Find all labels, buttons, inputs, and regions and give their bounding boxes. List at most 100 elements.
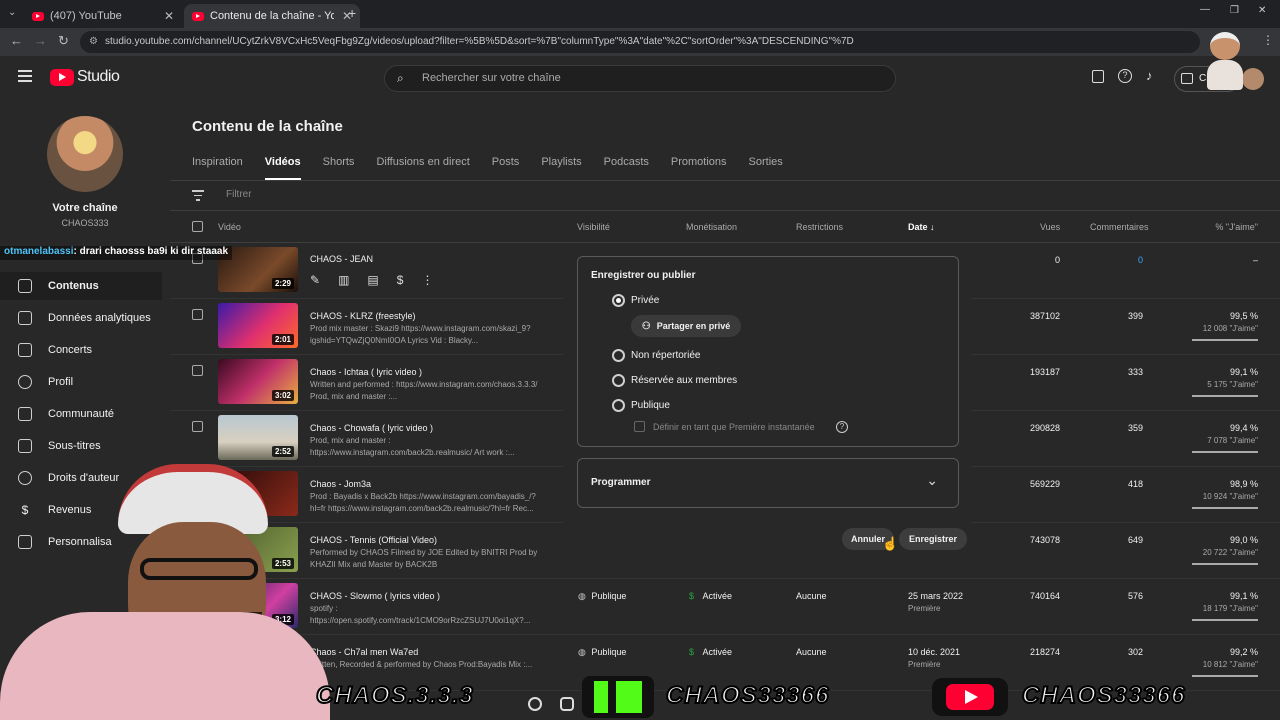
- studio-logo[interactable]: Studio: [50, 68, 120, 86]
- radio-non-repertoriee[interactable]: [612, 349, 625, 362]
- monetization-value[interactable]: $ Activée: [689, 591, 732, 601]
- url-field[interactable]: ⚙ studio.youtube.com/channel/UCytZrkV8VC…: [80, 31, 1200, 53]
- channel-avatar[interactable]: [47, 116, 123, 192]
- col-monetization: Monétisation: [686, 222, 738, 232]
- table-row[interactable]: 3:12 CHAOS - Slowmo ( lyrics video ) spo…: [170, 579, 1280, 635]
- video-thumbnail[interactable]: 2:52: [218, 415, 298, 460]
- tab-shorts[interactable]: Shorts: [323, 156, 355, 180]
- sidebar-item-concerts[interactable]: Concerts: [0, 336, 162, 364]
- sidebar-item-communaute[interactable]: Communauté: [0, 400, 162, 428]
- row-checkbox[interactable]: [192, 309, 203, 320]
- tab-inspiration[interactable]: Inspiration: [192, 156, 243, 180]
- schedule-section[interactable]: Programmer ⌄: [577, 458, 959, 508]
- menu-dots-icon[interactable]: ⋮: [1262, 33, 1274, 47]
- popup-title: Enregistrer ou publier: [591, 270, 696, 281]
- premiere-checkbox[interactable]: [634, 421, 645, 432]
- option-label[interactable]: Réservée aux membres: [631, 375, 737, 386]
- tab-promotions[interactable]: Promotions: [671, 156, 727, 180]
- visibility-value[interactable]: ◍ Publique: [578, 591, 626, 602]
- close-icon[interactable]: ✕: [164, 9, 174, 23]
- likes-count: 18 179 "J'aime": [1202, 604, 1258, 613]
- video-description: Prod mix master : Skazi9 https://www.ins…: [310, 324, 531, 345]
- video-title[interactable]: CHAOS - KLRZ (freestyle): [310, 311, 416, 321]
- share-private-button[interactable]: ⚇ Partager en privé: [631, 315, 741, 337]
- new-tab-icon[interactable]: +: [348, 5, 356, 21]
- sidebar-item-profil[interactable]: Profil: [0, 368, 162, 396]
- date-value: 25 mars 2022: [908, 591, 964, 601]
- monetization-value[interactable]: $ Activée: [689, 647, 732, 657]
- sidebar-item-sous-titres[interactable]: Sous-titres: [0, 432, 162, 460]
- feedback-icon[interactable]: [1092, 70, 1104, 83]
- row-checkbox[interactable]: [192, 365, 203, 376]
- comments-icon[interactable]: ▤: [367, 273, 378, 287]
- forward-icon[interactable]: →: [34, 33, 47, 48]
- tab-podcasts[interactable]: Podcasts: [604, 156, 649, 180]
- youtube-favicon-icon: [192, 11, 204, 21]
- tab-live[interactable]: Diffusions en direct: [376, 156, 469, 180]
- reload-icon[interactable]: ↻: [58, 33, 69, 49]
- channel-handle: CHAOS333: [61, 218, 109, 228]
- sidebar-item-label: Contenus: [48, 280, 99, 292]
- visibility-value[interactable]: ◍ Publique: [578, 647, 626, 658]
- row-checkbox[interactable]: [192, 421, 203, 432]
- more-options-icon[interactable]: ⋮: [421, 273, 433, 287]
- community-icon: [18, 407, 32, 421]
- browser-tab-studio[interactable]: Contenu de la chaîne - YouTube ✕: [184, 4, 360, 28]
- help-icon[interactable]: ?: [1118, 69, 1132, 83]
- sidebar-item-contenus[interactable]: Contenus: [0, 272, 162, 300]
- likes-count: 7 078 "J'aime": [1207, 436, 1258, 445]
- filter-input[interactable]: Filtrer: [226, 189, 252, 200]
- tab-sorties[interactable]: Sorties: [749, 156, 783, 180]
- video-title[interactable]: Chaos - Ichtaa ( lyric video ): [310, 367, 422, 377]
- tabs-divider: [170, 180, 1280, 181]
- site-info-icon[interactable]: ⚙: [89, 31, 98, 53]
- chevron-down-icon[interactable]: ⌄: [926, 472, 938, 489]
- browser-tab-youtube[interactable]: (407) YouTube ✕: [24, 4, 182, 28]
- help-circle-icon[interactable]: ?: [836, 421, 848, 433]
- tab-posts[interactable]: Posts: [492, 156, 520, 180]
- video-title[interactable]: CHAOS - JEAN: [310, 254, 373, 264]
- notifications-bell-icon[interactable]: ♪: [1146, 68, 1153, 83]
- select-all-checkbox[interactable]: [192, 221, 203, 232]
- likes-ratio-bar: [1192, 395, 1258, 397]
- views-count: 569229: [1029, 479, 1060, 489]
- video-description: spotify : https://open.spotify.com/track…: [310, 604, 531, 625]
- video-title[interactable]: Chaos - Chowafa ( lyric video ): [310, 423, 433, 433]
- sidebar-item-analytics[interactable]: Données analytiques: [0, 304, 162, 332]
- maximize-icon[interactable]: ❐: [1230, 5, 1239, 16]
- monetization-icon[interactable]: $: [397, 273, 404, 287]
- globe-icon: ◍: [578, 591, 586, 601]
- tab-videos[interactable]: Vidéos: [264, 156, 301, 180]
- close-window-icon[interactable]: ✕: [1258, 5, 1266, 16]
- filter-divider: [170, 210, 1280, 211]
- hamburger-menu-icon[interactable]: [18, 70, 32, 82]
- views-count: 290828: [1029, 423, 1060, 433]
- minimize-icon[interactable]: —: [1200, 4, 1210, 15]
- comments-count: 576: [1127, 591, 1143, 601]
- comments-count[interactable]: 0: [1138, 255, 1143, 265]
- visibility-popup: Enregistrer ou publier Privée ⚇ Partager…: [563, 248, 971, 558]
- channel-search-input[interactable]: ⌕ Rechercher sur votre chaîne: [384, 65, 896, 92]
- create-video-icon: [1181, 73, 1193, 84]
- radio-privee[interactable]: [612, 294, 625, 307]
- option-label[interactable]: Privée: [631, 295, 659, 306]
- likes-ratio-bar: [1192, 619, 1258, 621]
- video-thumbnail[interactable]: 2:01: [218, 303, 298, 348]
- likes-count: 5 175 "J'aime": [1207, 380, 1258, 389]
- col-date[interactable]: Date ↓: [908, 222, 935, 232]
- save-button[interactable]: Enregistrer: [899, 528, 967, 550]
- option-label[interactable]: Publique: [631, 400, 670, 411]
- analytics-icon[interactable]: ▥: [338, 273, 349, 287]
- tab-search-icon[interactable]: ⌄: [8, 7, 16, 18]
- back-icon[interactable]: ←: [10, 33, 23, 48]
- option-label[interactable]: Non répertoriée: [631, 350, 700, 361]
- radio-publique[interactable]: [612, 399, 625, 412]
- video-thumbnail[interactable]: 3:02: [218, 359, 298, 404]
- filter-icon[interactable]: [192, 190, 204, 201]
- banner-text: CHAOS33366: [665, 681, 830, 710]
- tab-playlists[interactable]: Playlists: [541, 156, 581, 180]
- edit-pencil-icon[interactable]: ✎: [310, 273, 320, 287]
- banner-text: CHAOS33366: [1021, 681, 1186, 710]
- likes-percent: 99,1 %: [1229, 591, 1258, 601]
- radio-membres[interactable]: [612, 374, 625, 387]
